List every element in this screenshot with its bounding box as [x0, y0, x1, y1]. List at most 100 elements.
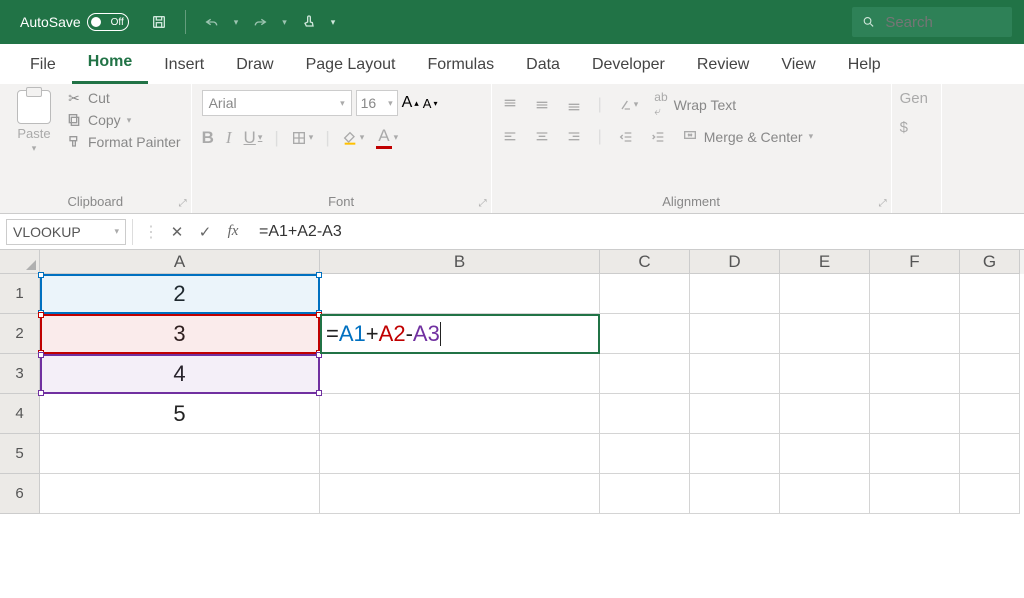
borders-button[interactable]: ▾	[291, 130, 314, 146]
font-color-button[interactable]: A ▾	[376, 126, 398, 149]
cell-A2[interactable]: 3	[40, 314, 320, 354]
tab-home[interactable]: Home	[72, 45, 148, 84]
col-header-B[interactable]: B	[320, 250, 600, 274]
align-right-icon[interactable]	[566, 129, 582, 145]
format-painter-button[interactable]: Format Painter	[66, 134, 181, 150]
italic-button[interactable]: I	[226, 128, 232, 148]
cell-C2[interactable]	[600, 314, 690, 354]
cell-C3[interactable]	[600, 354, 690, 394]
touch-icon[interactable]	[295, 8, 323, 36]
tab-data[interactable]: Data	[510, 48, 576, 84]
font-size-select[interactable]: 16 ▾	[356, 90, 398, 116]
currency-icon[interactable]: $	[900, 119, 931, 136]
cell-C6[interactable]	[600, 474, 690, 514]
cell-B3[interactable]	[320, 354, 600, 394]
align-middle-icon[interactable]	[534, 97, 550, 113]
cell-E5[interactable]	[780, 434, 870, 474]
cell-F6[interactable]	[870, 474, 960, 514]
tab-draw[interactable]: Draw	[220, 48, 289, 84]
cell-D4[interactable]	[690, 394, 780, 434]
tab-help[interactable]: Help	[832, 48, 897, 84]
cell-G2[interactable]	[960, 314, 1020, 354]
chevron-down-icon[interactable]: ▾	[32, 143, 37, 154]
align-bottom-icon[interactable]	[566, 97, 582, 113]
chevron-down-icon[interactable]: ▾	[331, 17, 336, 28]
cell-B2[interactable]: =A1+A2-A3	[320, 314, 600, 354]
tab-developer[interactable]: Developer	[576, 48, 681, 84]
undo-icon[interactable]	[198, 8, 226, 36]
cell-D3[interactable]	[690, 354, 780, 394]
cell-G6[interactable]	[960, 474, 1020, 514]
cell-D2[interactable]	[690, 314, 780, 354]
row-header-5[interactable]: 5	[0, 434, 40, 474]
decrease-indent-icon[interactable]	[618, 129, 634, 145]
merge-center-button[interactable]: Merge & Center ▾	[682, 127, 813, 146]
fx-button[interactable]: fx	[219, 219, 247, 245]
wrap-text-button[interactable]: ab⤶ Wrap Text	[654, 90, 736, 119]
search-input[interactable]	[885, 14, 1002, 31]
col-header-C[interactable]: C	[600, 250, 690, 274]
cell-D5[interactable]	[690, 434, 780, 474]
col-header-F[interactable]: F	[870, 250, 960, 274]
number-format-label[interactable]: Gen	[900, 90, 931, 107]
copy-button[interactable]: Copy ▾	[66, 112, 181, 128]
cell-D6[interactable]	[690, 474, 780, 514]
cut-button[interactable]: ✂ Cut	[66, 90, 181, 106]
increase-font-icon[interactable]: A▴	[402, 94, 419, 112]
cell-D1[interactable]	[690, 274, 780, 314]
name-box[interactable]: VLOOKUP ▾	[6, 219, 126, 245]
cell-G1[interactable]	[960, 274, 1020, 314]
paste-button[interactable]: Paste ▾	[10, 90, 58, 192]
tab-formulas[interactable]: Formulas	[411, 48, 510, 84]
bold-button[interactable]: B	[202, 128, 214, 148]
cell-B5[interactable]	[320, 434, 600, 474]
cell-E1[interactable]	[780, 274, 870, 314]
cell-A4[interactable]: 5	[40, 394, 320, 434]
align-center-icon[interactable]	[534, 129, 550, 145]
align-left-icon[interactable]	[502, 129, 518, 145]
formula-input[interactable]	[247, 219, 1024, 245]
cell-G4[interactable]	[960, 394, 1020, 434]
underline-button[interactable]: U ▾	[244, 128, 263, 148]
cell-B6[interactable]	[320, 474, 600, 514]
tab-review[interactable]: Review	[681, 48, 765, 84]
row-header-6[interactable]: 6	[0, 474, 40, 514]
autosave-toggle[interactable]: AutoSave Off	[12, 9, 137, 35]
row-header-4[interactable]: 4	[0, 394, 40, 434]
cell-C1[interactable]	[600, 274, 690, 314]
cell-A1[interactable]: 2	[40, 274, 320, 314]
chevron-down-icon[interactable]: ▾	[114, 226, 119, 237]
enter-formula-button[interactable]: ✓	[191, 219, 219, 245]
font-name-select[interactable]: Arial ▾	[202, 90, 352, 116]
increase-indent-icon[interactable]	[650, 129, 666, 145]
tab-file[interactable]: File	[14, 48, 72, 84]
cell-A3[interactable]: 4	[40, 354, 320, 394]
chevron-down-icon[interactable]: ▾	[282, 17, 287, 28]
cell-G5[interactable]	[960, 434, 1020, 474]
cell-E2[interactable]	[780, 314, 870, 354]
dialog-launcher-icon[interactable]: ⤢	[479, 198, 487, 209]
row-header-1[interactable]: 1	[0, 274, 40, 314]
cell-C5[interactable]	[600, 434, 690, 474]
align-top-icon[interactable]	[502, 97, 518, 113]
save-icon[interactable]	[145, 8, 173, 36]
orientation-icon[interactable]: ▾	[618, 97, 639, 113]
cell-F5[interactable]	[870, 434, 960, 474]
cell-B1[interactable]	[320, 274, 600, 314]
dialog-launcher-icon[interactable]: ⤢	[179, 198, 187, 209]
tab-insert[interactable]: Insert	[148, 48, 220, 84]
cell-A5[interactable]	[40, 434, 320, 474]
decrease-font-icon[interactable]: A▾	[423, 96, 438, 111]
fill-color-button[interactable]: ▾	[342, 130, 365, 146]
cell-G3[interactable]	[960, 354, 1020, 394]
cell-F2[interactable]	[870, 314, 960, 354]
col-header-D[interactable]: D	[690, 250, 780, 274]
col-header-E[interactable]: E	[780, 250, 870, 274]
cell-F4[interactable]	[870, 394, 960, 434]
cell-E3[interactable]	[780, 354, 870, 394]
cell-F1[interactable]	[870, 274, 960, 314]
chevron-down-icon[interactable]: ▾	[234, 17, 239, 28]
dialog-launcher-icon[interactable]: ⤢	[879, 198, 887, 209]
cell-E4[interactable]	[780, 394, 870, 434]
tab-page-layout[interactable]: Page Layout	[290, 48, 412, 84]
